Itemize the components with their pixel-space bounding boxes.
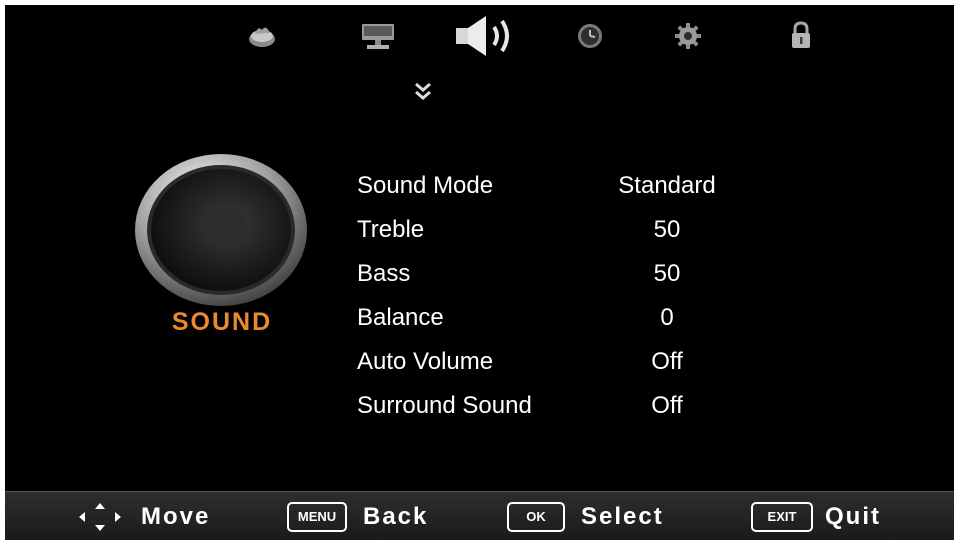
time-tab[interactable]	[571, 5, 609, 67]
footer-hint-bar: Move MENU Back OK Select EXIT Quit	[5, 491, 954, 540]
menu-row-label: Surround Sound	[357, 392, 532, 419]
menu-row-label: Auto Volume	[357, 348, 494, 375]
menu-row-label: Bass	[357, 260, 411, 287]
quit-hint: EXIT Quit	[751, 492, 881, 540]
chevron-down-icon	[415, 82, 431, 100]
picture-tab[interactable]	[241, 5, 283, 67]
back-hint: MENU Back	[287, 492, 428, 540]
speaker-volume-icon	[456, 16, 509, 56]
menu-row-sound-mode[interactable]: Sound Mode Standard	[357, 166, 777, 210]
picture-icon	[249, 27, 275, 47]
menu-row-balance[interactable]: Balance 0	[357, 298, 777, 342]
menu-row-value: Off	[651, 348, 683, 375]
menu-row-surround-sound[interactable]: Surround Sound Off	[357, 386, 777, 430]
menu-row-value: Off	[651, 392, 683, 419]
lock-icon	[792, 21, 810, 48]
menu-row-auto-volume[interactable]: Auto Volume Off	[357, 342, 777, 386]
menu-row-value: Standard	[618, 172, 716, 199]
exit-key[interactable]: EXIT	[751, 501, 813, 532]
menu-row-value: 0	[660, 304, 674, 331]
menu-row-label: Balance	[357, 304, 444, 331]
menu-tab-bar	[5, 5, 954, 67]
lock-tab[interactable]	[785, 5, 817, 67]
dpad-arrows-icon	[79, 502, 121, 531]
sound-settings-list: Sound Mode Standard Treble 50 Bass 50 Balance 0…	[357, 166, 777, 430]
sound-tab[interactable]	[447, 5, 523, 67]
menu-row-treble[interactable]: Treble 50	[357, 210, 777, 254]
tv-menu-screen: SOUND Sound Mode Standard Treble 50 Bass 50 Ba…	[5, 5, 954, 540]
gear-icon	[675, 23, 701, 49]
quit-label: Quit	[825, 502, 881, 530]
menu-row-value: 50	[653, 260, 681, 287]
speaker-icon	[135, 154, 307, 306]
back-label: Back	[363, 502, 429, 530]
clock-icon	[578, 24, 602, 48]
menu-row-value: 50	[653, 216, 681, 243]
ok-key[interactable]: OK	[507, 501, 565, 532]
menu-row-label: Sound Mode	[357, 172, 494, 199]
menu-row-bass[interactable]: Bass 50	[357, 254, 777, 298]
section-title: SOUND	[171, 308, 273, 336]
setup-tab[interactable]	[669, 5, 707, 67]
menu-key[interactable]: MENU	[287, 501, 347, 532]
select-hint: OK Select	[507, 492, 664, 540]
move-label: Move	[141, 502, 211, 530]
select-label: Select	[581, 502, 664, 530]
menu-row-label: Treble	[357, 216, 425, 243]
move-hint: Move	[75, 492, 210, 540]
screen-tab[interactable]	[355, 5, 401, 67]
monitor-icon	[362, 24, 394, 49]
